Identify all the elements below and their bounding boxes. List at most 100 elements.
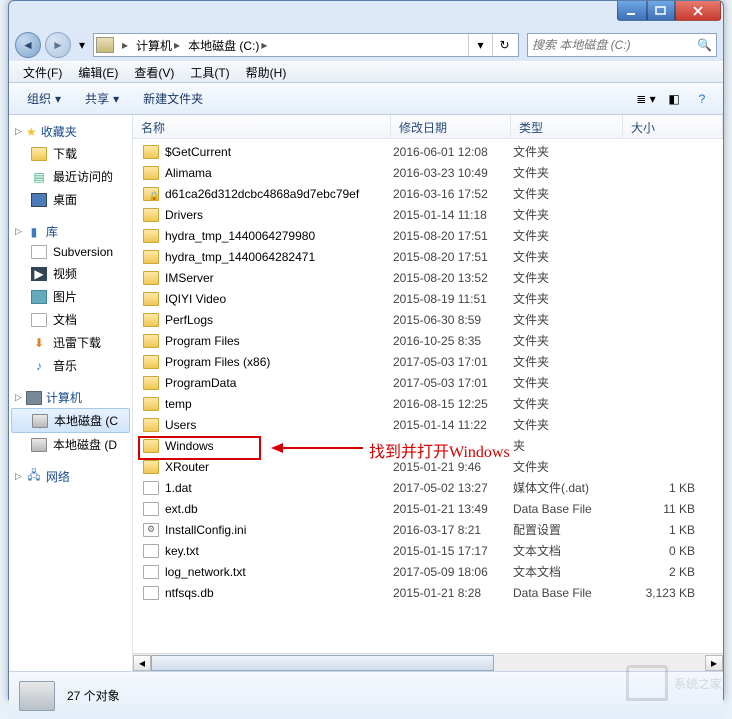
back-button[interactable]: ◄: [15, 32, 41, 58]
download-icon: ⬇: [31, 336, 47, 350]
file-date: 2016-03-23 10:49: [393, 166, 513, 180]
desktop-icon: [31, 193, 47, 207]
column-name[interactable]: 名称: [133, 115, 391, 138]
breadcrumb-sep[interactable]: ▸: [118, 38, 132, 52]
file-row[interactable]: Program Files2016-10-25 8:35文件夹: [133, 330, 723, 351]
file-row[interactable]: $GetCurrent2016-06-01 12:08文件夹: [133, 141, 723, 162]
file-row[interactable]: Users2015-01-14 11:22文件夹: [133, 414, 723, 435]
status-drive-icon: [19, 681, 55, 711]
sidebar-item-drive-d[interactable]: 本地磁盘 (D: [9, 433, 132, 456]
refresh-button[interactable]: ↻: [492, 34, 516, 56]
organize-button[interactable]: 组织 ▾: [17, 86, 71, 111]
maximize-button[interactable]: [647, 1, 675, 21]
sidebar-item-desktop[interactable]: 桌面: [9, 188, 132, 211]
sidebar-item-documents[interactable]: 文档: [9, 308, 132, 331]
settings-file-icon: ⚙: [143, 523, 159, 537]
address-dropdown[interactable]: ▾: [468, 34, 492, 56]
file-row[interactable]: hydra_tmp_14400642824712015-08-20 17:51文…: [133, 246, 723, 267]
column-type[interactable]: 类型: [511, 115, 623, 138]
file-type: 配置设置: [513, 521, 625, 538]
file-icon: [143, 502, 159, 516]
file-name: Program Files: [165, 334, 240, 348]
file-date: 2015-01-14 11:22: [393, 418, 513, 432]
music-icon: ♪: [31, 359, 47, 373]
minimize-button[interactable]: [617, 1, 647, 21]
menu-help[interactable]: 帮助(H): [238, 64, 295, 81]
file-row[interactable]: PerfLogs2015-06-30 8:59文件夹: [133, 309, 723, 330]
menu-file[interactable]: 文件(F): [15, 64, 70, 81]
sidebar-favorites[interactable]: ▷★收藏夹: [9, 121, 132, 142]
file-type: 文件夹: [513, 353, 625, 370]
file-date: 2015-01-14 11:18: [393, 208, 513, 222]
file-row[interactable]: Program Files (x86)2017-05-03 17:01文件夹: [133, 351, 723, 372]
file-icon: [31, 245, 47, 259]
share-button[interactable]: 共享 ▾: [75, 86, 129, 111]
sidebar-network[interactable]: ▷🖧网络: [9, 466, 132, 487]
sidebar-item-pictures[interactable]: 图片: [9, 285, 132, 308]
network-icon: 🖧: [26, 470, 42, 484]
column-size[interactable]: 大小: [623, 115, 723, 138]
preview-pane-button[interactable]: ◧: [661, 88, 687, 110]
file-row[interactable]: Alimama2016-03-23 10:49文件夹: [133, 162, 723, 183]
explorer-window: ◄ ► ▾ ▸ 计算机 ▸ 本地磁盘 (C:) ▸ ▾ ↻ 🔍 文件(F) 编辑…: [8, 0, 724, 700]
close-button[interactable]: [675, 1, 721, 21]
file-rows: $GetCurrent2016-06-01 12:08文件夹Alimama201…: [133, 139, 723, 653]
file-date: 2015-08-20 13:52: [393, 271, 513, 285]
sidebar-item-music[interactable]: ♪音乐: [9, 354, 132, 377]
navigation-bar: ◄ ► ▾ ▸ 计算机 ▸ 本地磁盘 (C:) ▸ ▾ ↻ 🔍: [9, 29, 723, 61]
file-type: 文本文档: [513, 542, 625, 559]
file-row[interactable]: ext.db2015-01-21 13:49Data Base File11 K…: [133, 498, 723, 519]
file-name: key.txt: [165, 544, 199, 558]
sidebar-item-videos[interactable]: ▶视频: [9, 262, 132, 285]
folder-icon: [143, 208, 159, 222]
forward-button[interactable]: ►: [45, 32, 71, 58]
file-row[interactable]: log_network.txt2017-05-09 18:06文本文档2 KB: [133, 561, 723, 582]
new-folder-button[interactable]: 新建文件夹: [133, 86, 213, 111]
nav-history-dropdown[interactable]: ▾: [75, 38, 89, 52]
file-type: 文本文档: [513, 563, 625, 580]
file-row[interactable]: ProgramData2017-05-03 17:01文件夹: [133, 372, 723, 393]
scroll-track[interactable]: [151, 655, 705, 671]
file-date: 2017-05-02 13:27: [393, 481, 513, 495]
file-row[interactable]: ⚙InstallConfig.ini2016-03-17 8:21配置设置1 K…: [133, 519, 723, 540]
search-icon[interactable]: 🔍: [697, 38, 712, 52]
scroll-left-button[interactable]: ◂: [133, 655, 151, 671]
file-row[interactable]: IQIYI Video2015-08-19 11:51文件夹: [133, 288, 723, 309]
file-type: Data Base File: [513, 502, 625, 516]
address-bar[interactable]: ▸ 计算机 ▸ 本地磁盘 (C:) ▸ ▾ ↻: [93, 33, 519, 57]
scroll-thumb[interactable]: [151, 655, 494, 671]
search-box[interactable]: 🔍: [527, 33, 717, 57]
sidebar-computer[interactable]: ▷计算机: [9, 387, 132, 408]
breadcrumb-computer[interactable]: 计算机 ▸: [132, 37, 184, 54]
file-row[interactable]: 🔒d61ca26d312dcbc4868a9d7ebc79ef2016-03-1…: [133, 183, 723, 204]
file-size: 11 KB: [625, 502, 723, 516]
file-row[interactable]: IMServer2015-08-20 13:52文件夹: [133, 267, 723, 288]
view-options-button[interactable]: ≣ ▾: [633, 88, 659, 110]
sidebar-item-downloads[interactable]: 下载: [9, 142, 132, 165]
help-button[interactable]: ?: [689, 88, 715, 110]
search-input[interactable]: [532, 38, 697, 52]
folder-icon: [143, 271, 159, 285]
file-row[interactable]: hydra_tmp_14400642799802015-08-20 17:51文…: [133, 225, 723, 246]
sidebar-item-drive-c[interactable]: 本地磁盘 (C: [11, 408, 130, 433]
file-row[interactable]: ntfsqs.db2015-01-21 8:28Data Base File3,…: [133, 582, 723, 603]
file-size: 1 KB: [625, 523, 723, 537]
menu-view[interactable]: 查看(V): [126, 64, 182, 81]
file-row[interactable]: temp2016-08-15 12:25文件夹: [133, 393, 723, 414]
file-row[interactable]: Drivers2015-01-14 11:18文件夹: [133, 204, 723, 225]
sidebar-libraries[interactable]: ▷▮库: [9, 221, 132, 242]
file-icon: [143, 544, 159, 558]
file-name: temp: [165, 397, 192, 411]
file-row[interactable]: key.txt2015-01-15 17:17文本文档0 KB: [133, 540, 723, 561]
file-name: XRouter: [165, 460, 209, 474]
column-date[interactable]: 修改日期: [391, 115, 511, 138]
sidebar-item-subversion[interactable]: Subversion: [9, 242, 132, 262]
menu-tools[interactable]: 工具(T): [182, 64, 237, 81]
sidebar-item-xunlei[interactable]: ⬇迅雷下载: [9, 331, 132, 354]
file-row[interactable]: 1.dat2017-05-02 13:27媒体文件(.dat)1 KB: [133, 477, 723, 498]
sidebar-item-recent[interactable]: ▤最近访问的: [9, 165, 132, 188]
file-size: 2 KB: [625, 565, 723, 579]
breadcrumb-drive-c[interactable]: 本地磁盘 (C:) ▸: [184, 37, 271, 54]
video-icon: ▶: [31, 267, 47, 281]
menu-edit[interactable]: 编辑(E): [70, 64, 126, 81]
